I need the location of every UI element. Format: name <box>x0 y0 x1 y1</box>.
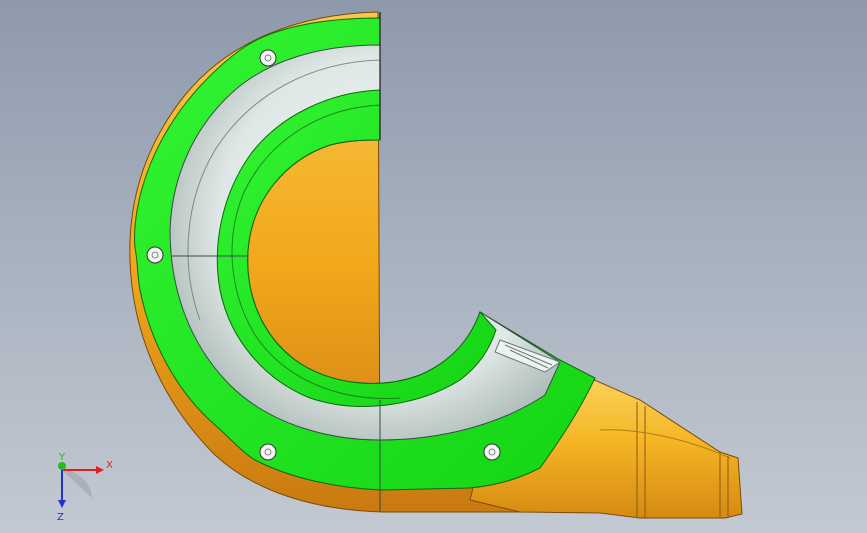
y-axis-dot-icon <box>58 462 66 470</box>
bolt-hole[interactable] <box>146 246 164 264</box>
volute-casing-model[interactable] <box>0 0 867 533</box>
coordinate-triad: X Y Z <box>57 452 113 523</box>
z-axis-label: Z <box>57 512 64 523</box>
graphics-viewport[interactable]: X Y Z <box>0 0 867 533</box>
y-axis-label: Y <box>58 452 66 463</box>
z-axis-arrow-icon <box>58 500 66 508</box>
bolt-hole[interactable] <box>259 443 277 461</box>
x-axis-label: X <box>106 460 113 471</box>
bolt-hole[interactable] <box>483 443 501 461</box>
bolt-hole[interactable] <box>259 49 277 67</box>
x-axis-arrow-icon <box>96 466 104 474</box>
